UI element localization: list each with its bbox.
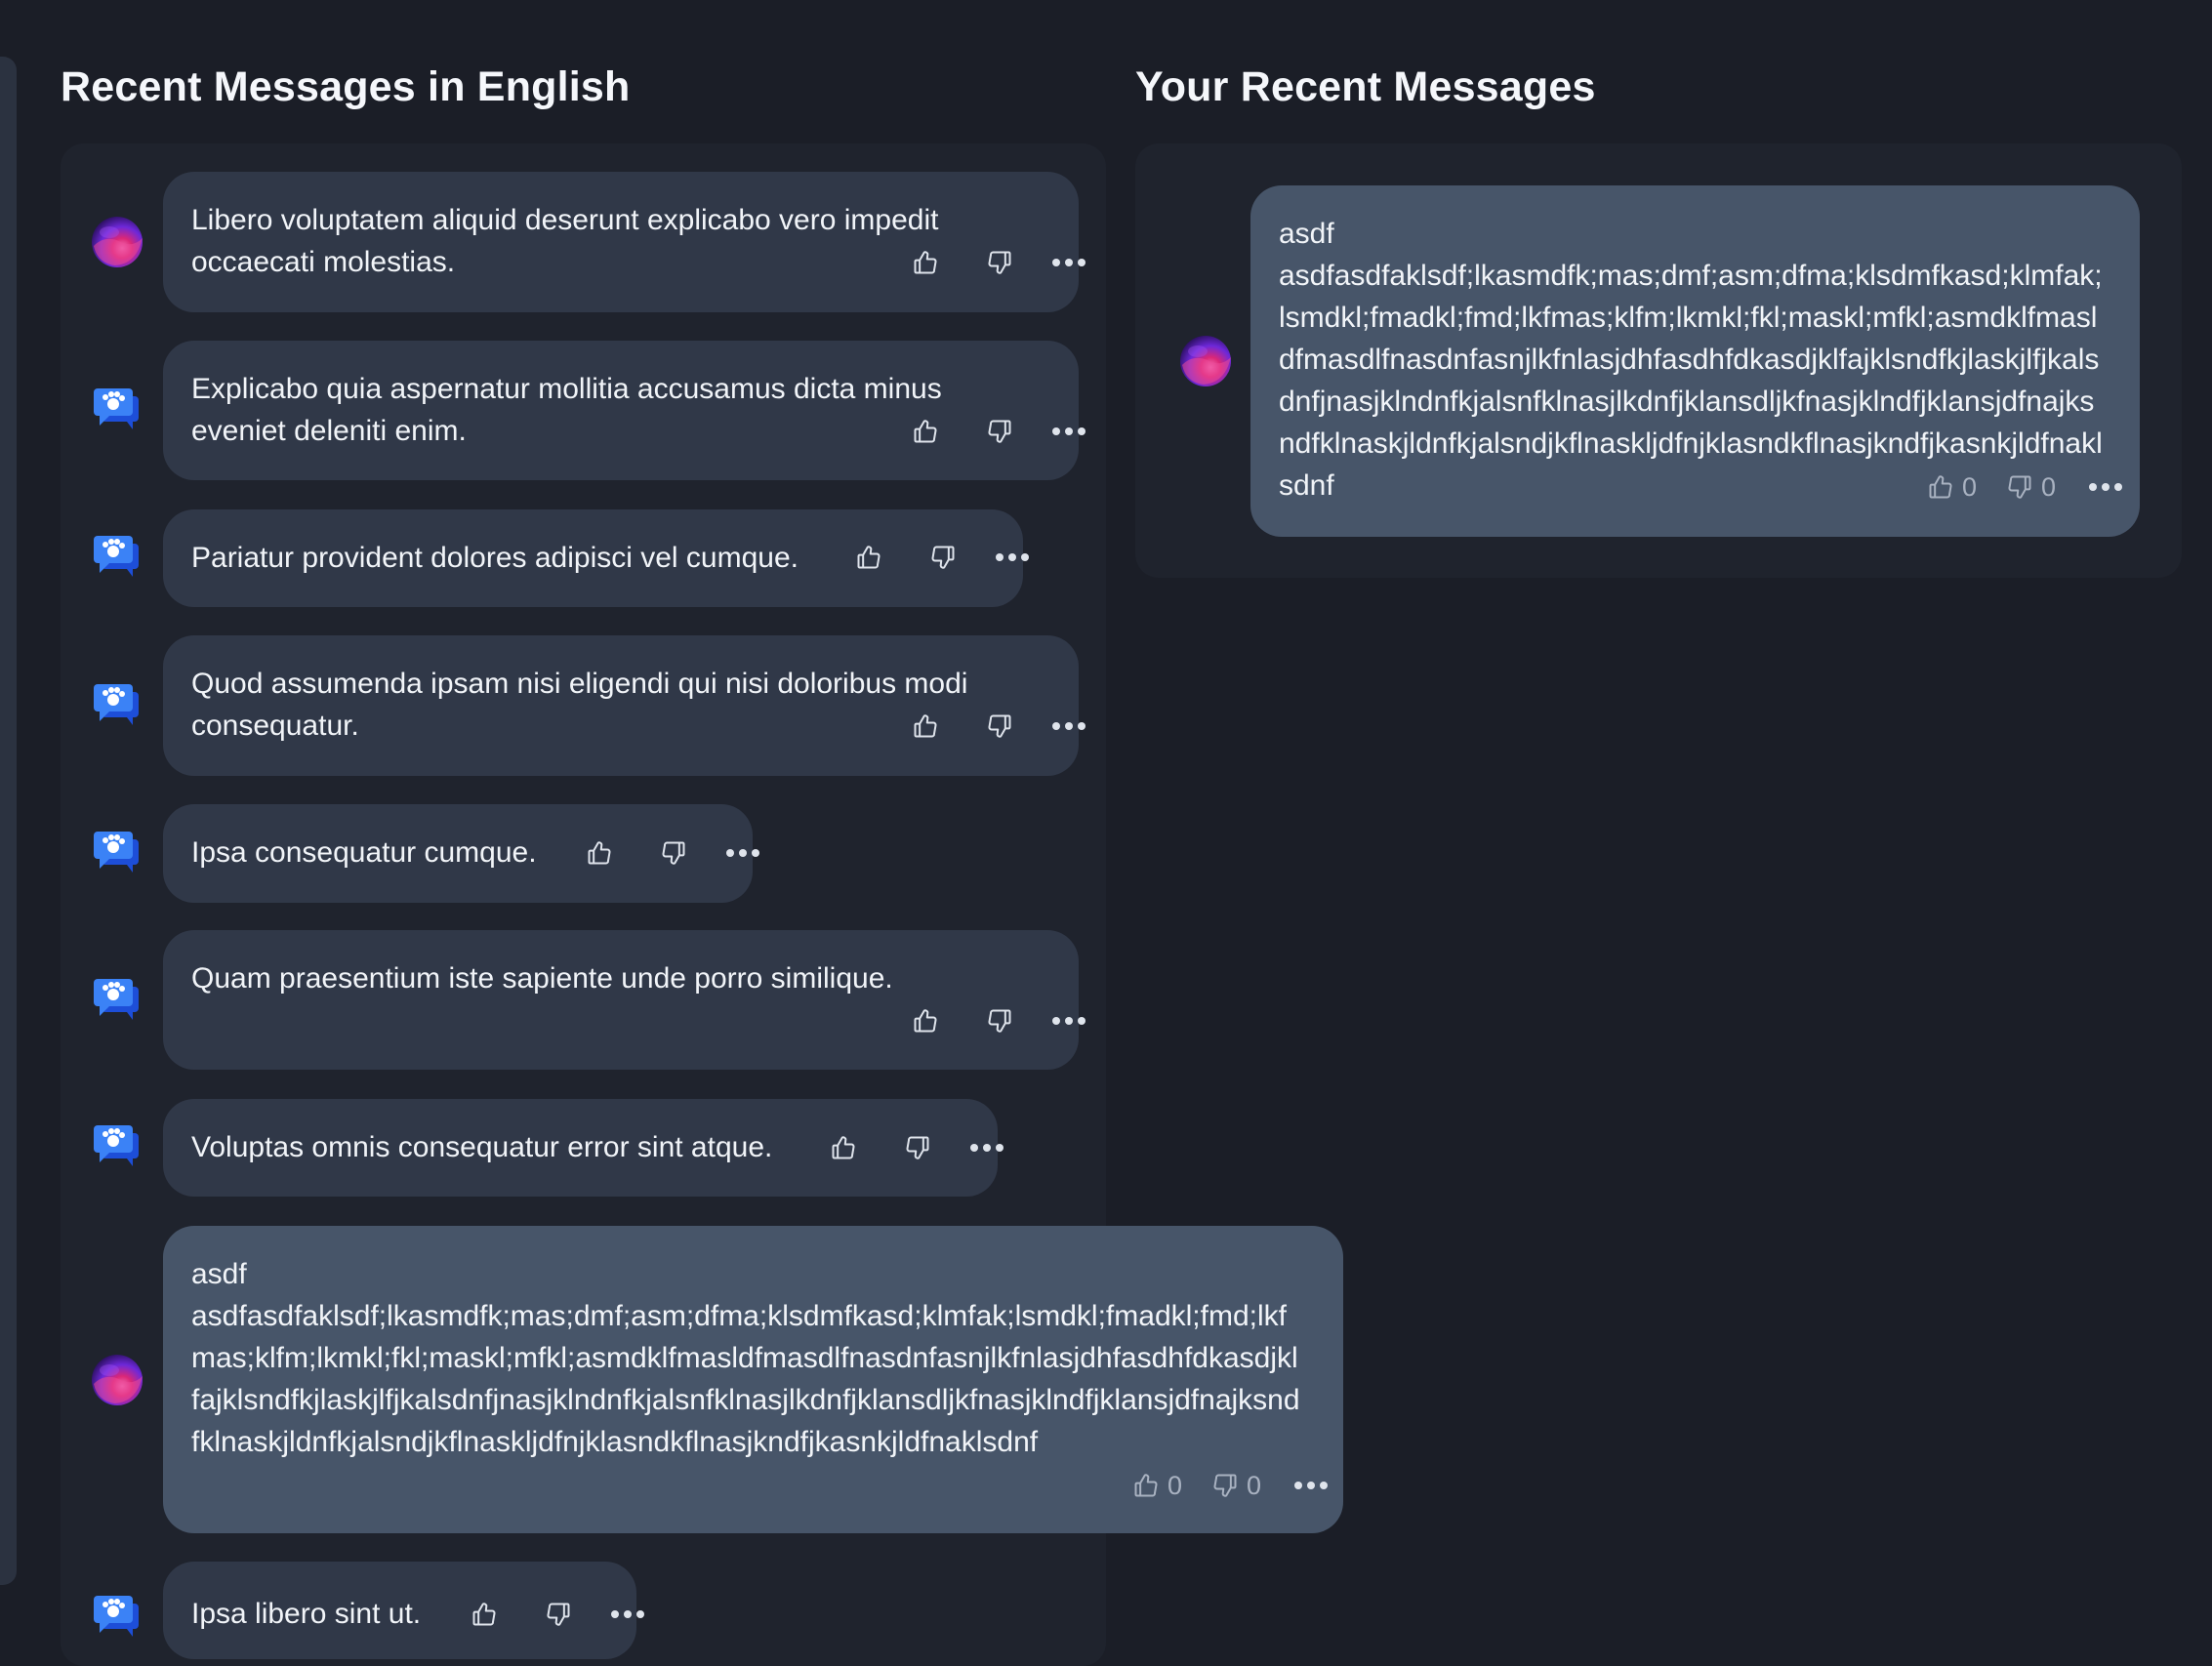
message-text-body: asdfasdfaklsdf;lkasmdfk;mas;dmf;asm;dfma…	[191, 1300, 1300, 1458]
message-text: Libero voluptatem aliquid deserunt expli…	[191, 204, 939, 278]
more-options-icon[interactable]	[724, 847, 761, 859]
more-options-icon[interactable]	[609, 1608, 646, 1620]
chat-bot-icon	[88, 824, 146, 882]
message-actions	[912, 712, 1087, 740]
message-bubble: Quam praesentium iste sapiente unde porr…	[163, 930, 1079, 1070]
message-actions	[586, 839, 761, 867]
more-options-icon[interactable]	[1050, 1015, 1087, 1027]
more-options-icon[interactable]	[994, 551, 1031, 563]
thumbs-up-icon[interactable]	[912, 712, 939, 740]
more-options-icon[interactable]	[2087, 481, 2124, 493]
thumbs-down-icon[interactable]	[986, 249, 1013, 276]
like-count: 0	[1962, 472, 1978, 502]
more-options-icon[interactable]	[1292, 1480, 1330, 1491]
message-text-first-line: asdf	[191, 1258, 247, 1290]
dislike-count: 0	[1247, 1471, 1262, 1500]
dislike-button[interactable]: 0	[1211, 1472, 1261, 1499]
thumbs-up-icon[interactable]	[471, 1601, 498, 1628]
message-text: Quam praesentium iste sapiente unde porr…	[191, 962, 893, 995]
message-actions: 0 0	[1927, 473, 2124, 501]
message-text: asdf asdfasdfaklsdf;lkasmdfk;mas;dmf;asm…	[1279, 213, 2109, 507]
thumbs-up-icon[interactable]	[586, 839, 613, 867]
message-actions	[912, 1007, 1087, 1035]
chat-bot-icon	[88, 676, 146, 735]
thumbs-down-icon[interactable]	[904, 1134, 931, 1161]
thumbs-down-icon[interactable]	[986, 712, 1013, 740]
message-text: asdf asdfasdfaklsdf;lkasmdfk;mas;dmf;asm…	[191, 1253, 1304, 1463]
dislike-count: 0	[2041, 472, 2057, 502]
gradient-orb-avatar	[1176, 332, 1235, 390]
left-sidebar-edge	[0, 57, 17, 1585]
thumbs-down-icon	[2006, 473, 2033, 501]
like-count: 0	[1167, 1471, 1183, 1500]
dislike-button[interactable]: 0	[2006, 473, 2056, 501]
message-text-body: asdfasdfaklsdf;lkasmdfk;mas;dmf;asm;dfma…	[1279, 260, 2103, 502]
chat-bot-icon	[88, 381, 146, 439]
thumbs-up-icon[interactable]	[912, 249, 939, 276]
chat-bot-icon	[88, 1588, 146, 1646]
message-actions	[830, 1134, 1005, 1161]
message-actions	[855, 544, 1031, 571]
chat-bot-icon	[88, 528, 146, 587]
more-options-icon[interactable]	[1050, 257, 1087, 268]
thumbs-down-icon[interactable]	[986, 418, 1013, 445]
thumbs-down-icon[interactable]	[986, 1007, 1013, 1035]
gradient-orb-avatar	[88, 213, 146, 271]
message-text: Quod assumenda ipsam nisi eligendi qui n…	[191, 668, 968, 742]
thumbs-up-icon[interactable]	[912, 418, 939, 445]
message-actions	[912, 418, 1087, 445]
message-bubble: Libero voluptatem aliquid deserunt expli…	[163, 172, 1079, 312]
thumbs-down-icon[interactable]	[929, 544, 957, 571]
thumbs-down-icon	[1211, 1472, 1239, 1499]
more-options-icon[interactable]	[1050, 426, 1087, 437]
message-actions	[471, 1601, 646, 1628]
recent-messages-title: Recent Messages in English	[61, 63, 631, 110]
thumbs-up-icon[interactable]	[830, 1134, 857, 1161]
message-text: Explicabo quia aspernatur mollitia accus…	[191, 373, 942, 447]
thumbs-up-icon	[1132, 1472, 1160, 1499]
thumbs-up-icon	[1927, 473, 1954, 501]
thumbs-down-icon[interactable]	[545, 1601, 572, 1628]
message-text-first-line: asdf	[1279, 218, 1334, 250]
message-actions	[912, 249, 1087, 276]
chat-bot-icon	[88, 1117, 146, 1176]
like-button[interactable]: 0	[1132, 1472, 1182, 1499]
gradient-orb-avatar	[88, 1351, 146, 1409]
like-button[interactable]: 0	[1927, 473, 1977, 501]
thumbs-up-icon[interactable]	[912, 1007, 939, 1035]
more-options-icon[interactable]	[968, 1142, 1005, 1154]
chat-bot-icon	[88, 971, 146, 1030]
your-recent-messages-title: Your Recent Messages	[1135, 63, 1596, 110]
message-bubble: Quod assumenda ipsam nisi eligendi qui n…	[163, 635, 1079, 776]
thumbs-up-icon[interactable]	[855, 544, 882, 571]
message-bubble: Explicabo quia aspernatur mollitia accus…	[163, 341, 1079, 480]
more-options-icon[interactable]	[1050, 720, 1087, 732]
message-actions: 0 0	[1132, 1472, 1330, 1499]
thumbs-down-icon[interactable]	[660, 839, 687, 867]
